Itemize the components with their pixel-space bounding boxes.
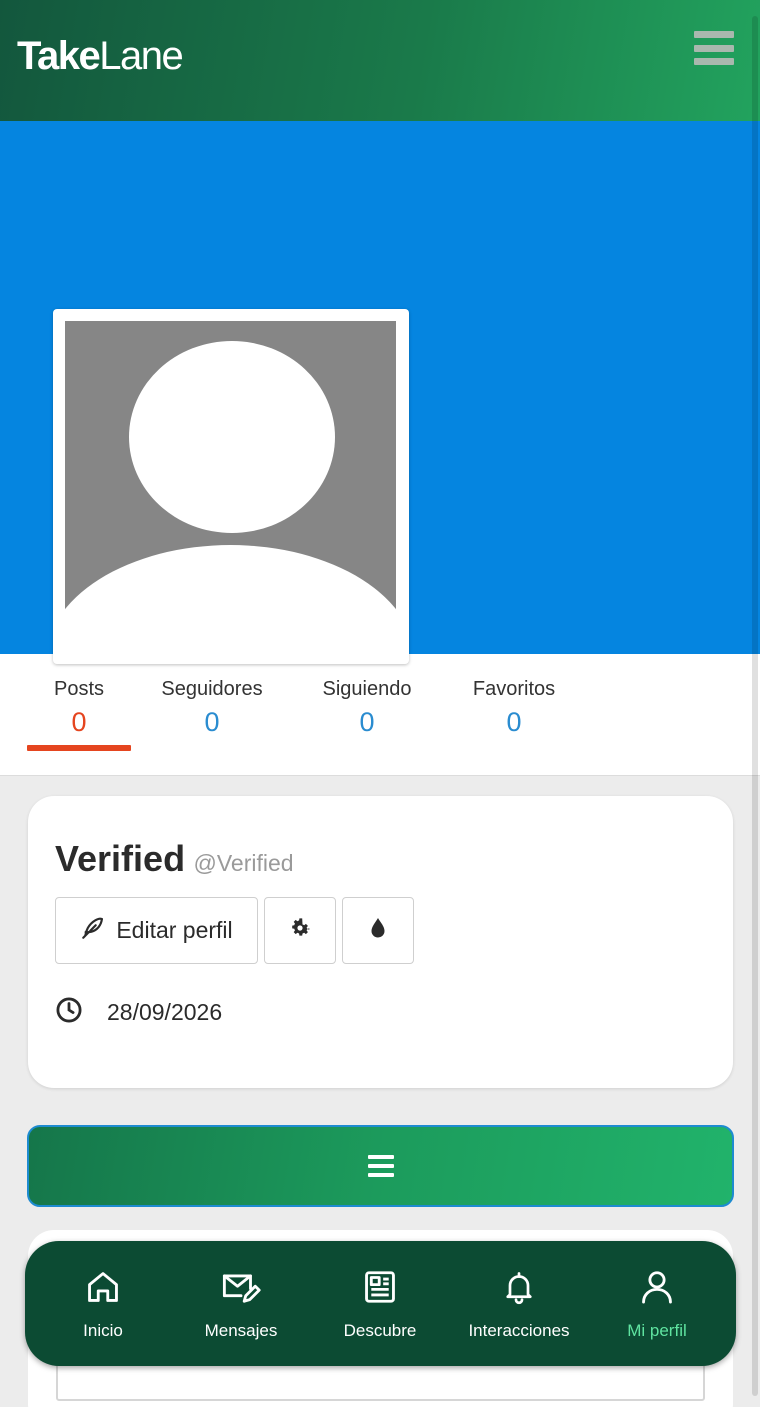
stat-tab-siguiendo[interactable]: Siguiendo 0 (312, 678, 422, 738)
stat-value: 0 (506, 707, 522, 737)
stat-label: Posts (53, 678, 105, 700)
nav-item-inicio[interactable]: Inicio (33, 1267, 173, 1341)
gear-icon (288, 916, 312, 946)
stat-tab-seguidores[interactable]: Seguidores 0 (152, 678, 272, 738)
active-tab-indicator (27, 745, 131, 751)
bell-icon (449, 1267, 589, 1307)
profile-info-card: Verified @Verified Editar perfil 28/09/2… (28, 796, 733, 1088)
stat-value: 0 (71, 707, 87, 737)
user-icon (587, 1267, 727, 1307)
brand-logo-bold: Take (17, 34, 101, 78)
brand-logo[interactable]: TakeLane (17, 34, 184, 79)
profile-handle: @Verified (193, 850, 294, 876)
join-date-row: 28/09/2026 (55, 996, 222, 1029)
nav-item-interacciones[interactable]: Interacciones (449, 1267, 589, 1341)
nav-label: Descubre (343, 1321, 417, 1340)
feather-pen-icon (80, 915, 106, 947)
app-header: TakeLane (0, 0, 760, 121)
theme-color-button[interactable] (342, 897, 414, 964)
profile-stats-bar: Posts 0 Seguidores 0 Siguiendo 0 Favorit… (0, 654, 760, 776)
nav-item-mi-perfil[interactable]: Mi perfil (587, 1267, 727, 1341)
profile-name-row: Verified @Verified (55, 838, 294, 880)
menu-icon (367, 1155, 394, 1177)
edit-profile-label: Editar perfil (116, 917, 233, 943)
stat-tab-posts[interactable]: Posts 0 (40, 678, 118, 738)
stat-value: 0 (204, 707, 220, 737)
nav-item-descubre[interactable]: Descubre (310, 1267, 450, 1341)
avatar[interactable] (53, 309, 409, 664)
hamburger-icon[interactable] (694, 31, 734, 65)
mail-edit-icon (171, 1267, 311, 1307)
nav-label: Interacciones (468, 1321, 570, 1340)
default-avatar-image (65, 321, 396, 652)
home-icon (33, 1267, 173, 1307)
nav-label: Inicio (83, 1321, 123, 1340)
nav-item-mensajes[interactable]: Mensajes (171, 1267, 311, 1341)
edit-profile-button[interactable]: Editar perfil (55, 897, 258, 964)
bottom-nav: Inicio Mensajes Descubre Interacciones M… (25, 1241, 736, 1366)
settings-button[interactable] (264, 897, 336, 964)
droplet-icon (367, 916, 389, 946)
profile-menu-toggle[interactable] (27, 1125, 734, 1207)
profile-name: Verified (55, 838, 186, 879)
stat-tab-favoritos[interactable]: Favoritos 0 (462, 678, 566, 738)
stat-label: Siguiendo (322, 678, 412, 700)
join-date: 28/09/2026 (107, 999, 223, 1025)
stat-value: 0 (359, 707, 375, 737)
nav-label: Mensajes (204, 1321, 278, 1340)
newspaper-icon (310, 1267, 450, 1307)
brand-logo-light: Lane (99, 34, 183, 78)
nav-label: Mi perfil (627, 1321, 687, 1340)
stat-label: Favoritos (472, 678, 556, 700)
page-scrollbar[interactable] (752, 16, 758, 1396)
stat-label: Seguidores (161, 678, 263, 700)
clock-icon (55, 996, 83, 1029)
